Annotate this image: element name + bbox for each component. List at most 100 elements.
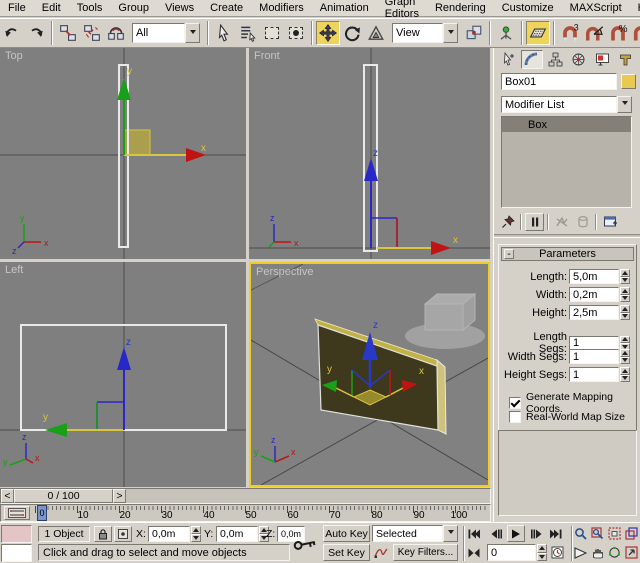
tab-modify[interactable] [521,50,544,69]
macro-recorder-mini-listener[interactable] [1,525,32,543]
length-field[interactable]: 5,0m [569,269,619,284]
height-field[interactable]: 2,5m [569,305,619,320]
panel-splitter[interactable] [494,234,640,238]
play-animation-button[interactable] [507,525,525,542]
next-frame-button[interactable] [528,525,544,542]
select-and-move-button[interactable] [316,21,340,45]
viewport-left[interactable]: Left z y z y x [0,262,246,487]
maxscript-mini-listener[interactable] [1,544,32,562]
current-frame-marker[interactable]: 0 [37,505,47,521]
menu-file[interactable]: File [0,1,34,15]
undo-button[interactable] [0,21,24,45]
object-name-field[interactable]: Box01 [501,73,617,90]
redo-button[interactable] [24,21,48,45]
modifier-stack[interactable]: Box [501,116,632,208]
angle-snap-toggle-button[interactable] [582,21,606,45]
select-and-manipulate-button[interactable] [494,21,518,45]
time-slider-next-button[interactable]: > [113,489,126,503]
go-to-start-button[interactable] [465,525,483,542]
frame-spinner[interactable] [537,544,547,561]
unlink-selection-button[interactable] [80,21,104,45]
current-frame-field[interactable]: 0 [487,544,536,561]
time-slider-handle[interactable]: 0 / 100 [14,489,113,503]
generate-mapping-coords-checkbox[interactable] [509,397,521,409]
spinner-snap-toggle-button[interactable] [630,21,640,45]
rollout-collapse-button[interactable]: - [504,249,514,259]
use-center-button[interactable] [462,21,486,45]
bind-to-space-warp-button[interactable] [104,21,128,45]
menu-edit[interactable]: Edit [34,1,69,15]
menu-tools[interactable]: Tools [69,1,111,15]
tab-hierarchy[interactable] [544,50,567,69]
menu-group[interactable]: Group [110,1,157,15]
dropdown-arrow-icon[interactable] [443,525,458,542]
selection-filter-dropdown[interactable]: All [132,23,200,43]
zoom-extents-button[interactable] [606,525,623,542]
dropdown-arrow-icon[interactable] [617,96,632,113]
zoom-button[interactable] [572,525,589,542]
tab-create[interactable] [497,50,520,69]
select-object-button[interactable] [212,21,236,45]
remove-modifier-button[interactable] [573,213,592,231]
set-keys-button[interactable] [291,527,319,560]
auto-key-button[interactable]: Auto Key [323,525,370,542]
absolute-offset-mode-toggle[interactable] [114,526,132,542]
coord-y-field[interactable]: 0,0m [216,526,258,542]
default-tangent-button[interactable] [372,544,390,561]
object-color-swatch[interactable] [621,74,636,89]
coord-x-field[interactable]: 0,0m [148,526,190,542]
snap-toggle-3d-button[interactable]: 3 [558,21,582,45]
menu-maxscript[interactable]: MAXScript [562,1,630,15]
menu-customize[interactable]: Customize [494,1,562,15]
width-field[interactable]: 0,2m [569,287,619,302]
zoom-extents-all-button[interactable] [623,525,640,542]
key-filters-button[interactable]: Key Filters... [393,544,458,561]
real-world-map-size-checkbox[interactable] [509,411,521,423]
rectangular-selection-region-button[interactable] [260,21,284,45]
coord-x-spinner[interactable] [191,526,201,542]
pan-view-button[interactable] [589,544,606,561]
zoom-all-button[interactable] [589,525,606,542]
viewport-perspective[interactable]: Perspective [249,262,490,487]
go-to-end-button[interactable] [547,525,565,542]
window-crossing-button[interactable] [284,21,308,45]
pin-stack-button[interactable] [499,213,517,231]
dropdown-arrow-icon[interactable] [443,23,458,43]
menu-animation[interactable]: Animation [312,1,377,15]
key-mode-toggle-button[interactable] [465,544,483,561]
tab-utilities[interactable] [615,50,638,69]
set-key-button[interactable]: Set Key [323,544,370,561]
key-mode-selection-dropdown[interactable]: Selected [372,525,458,542]
width-segs-spinner[interactable] [620,349,630,364]
time-configuration-button[interactable] [549,544,566,561]
select-and-link-button[interactable] [56,21,80,45]
length-spinner[interactable] [620,269,630,284]
select-by-name-button[interactable] [236,21,260,45]
viewport-top[interactable]: Top y x y x z [0,48,246,259]
select-and-scale-button[interactable] [364,21,388,45]
menu-help[interactable]: Help [630,1,640,15]
menu-views[interactable]: Views [157,1,202,15]
previous-frame-button[interactable] [488,525,504,542]
modifier-list-dropdown[interactable]: Modifier List [501,96,632,113]
viewport-front[interactable]: Front z x z x [249,48,490,259]
height-spinner[interactable] [620,305,630,320]
menu-modifiers[interactable]: Modifiers [251,1,312,15]
tab-motion[interactable] [568,50,591,69]
tab-display[interactable] [591,50,614,69]
menu-create[interactable]: Create [202,1,251,15]
maximize-viewport-toggle[interactable] [623,544,640,561]
percent-snap-toggle-button[interactable]: % [606,21,630,45]
make-unique-button[interactable] [552,213,571,231]
viewport-perspective-label[interactable]: Perspective [256,266,313,278]
width-spinner[interactable] [620,287,630,302]
menu-rendering[interactable]: Rendering [427,1,494,15]
parameters-rollout-header[interactable]: - Parameters [501,247,634,261]
configure-modifier-sets-button[interactable] [600,213,620,231]
reference-coordinate-dropdown[interactable]: View [392,23,458,43]
height-segs-field[interactable]: 1 [569,367,619,382]
time-slider-prev-button[interactable]: < [1,489,14,503]
selection-lock-toggle[interactable] [94,526,112,542]
open-mini-curve-editor-button[interactable] [4,506,30,520]
keyboard-shortcut-override-toggle[interactable] [526,21,550,45]
